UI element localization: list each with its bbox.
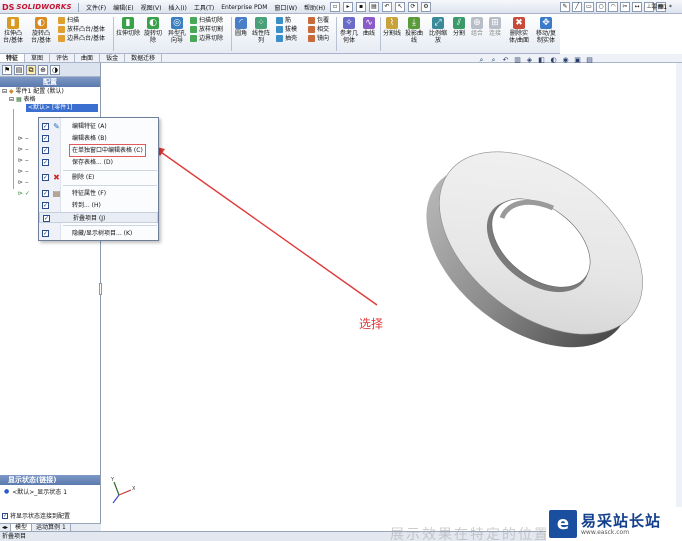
link-display-state-label: 将显示状态连接到配置 bbox=[10, 513, 71, 520]
menu-item-edit-feature[interactable]: ✓ ✎ 编辑特征 (A) bbox=[39, 121, 158, 132]
link-display-state-checkbox[interactable]: ✓ bbox=[2, 512, 8, 519]
tree-root-label: 零件1 配置 (默认) bbox=[15, 88, 64, 95]
menu-item-label: 折叠项目 (J) bbox=[73, 215, 106, 222]
properties-icon: ▤ bbox=[52, 189, 61, 198]
collapse-icon[interactable]: ⊟ bbox=[9, 96, 14, 103]
delete-icon: ✖ bbox=[53, 173, 60, 182]
config-row[interactable]: ⊳ ‒ bbox=[18, 155, 30, 166]
menu-item-hide-show-tree[interactable]: ✓ 隐藏/显示树项目... (K) bbox=[39, 228, 158, 239]
config-row[interactable]: ⊳ ‒ bbox=[18, 177, 30, 188]
config-row-active[interactable]: ⊳ ✓ bbox=[18, 188, 30, 199]
menu-item-goto[interactable]: ✓ 转到... (H) bbox=[39, 200, 158, 211]
menu-item-label: 删除 (E) bbox=[72, 174, 95, 181]
configuration-manager-tab-icon[interactable]: ⧉ bbox=[26, 65, 36, 75]
tree-selected-item[interactable]: <默认> [零件1] bbox=[26, 104, 98, 112]
tree-root[interactable]: ⊟ ◆ 零件1 配置 (默认) bbox=[0, 88, 100, 96]
annotation-label: 选择 bbox=[359, 317, 384, 331]
tree-tables-label: 表格 bbox=[23, 96, 36, 103]
link-display-state-option[interactable]: ✓ 将显示状态连接到配置 bbox=[2, 511, 70, 520]
menu-item-label: 转到... (H) bbox=[72, 202, 101, 209]
edit-feature-icon: ✎ bbox=[53, 122, 60, 131]
menu-divider bbox=[63, 170, 157, 171]
menu-item-edit-table-in-window[interactable]: ✓ 在单独窗口中编辑表格 (C) bbox=[39, 144, 158, 157]
menu-item-checkbox[interactable]: ✓ bbox=[42, 123, 49, 130]
menu-item-label: 编辑表格 (B) bbox=[72, 135, 107, 142]
config-row[interactable]: ⊳ ‒ bbox=[18, 144, 30, 155]
display-manager-tab-icon[interactable]: ◑ bbox=[50, 65, 60, 75]
config-row[interactable]: ⊳ ‒ bbox=[18, 166, 30, 177]
menu-item-checkbox[interactable]: ✓ bbox=[42, 230, 49, 237]
menu-item-checkbox[interactable]: ✓ bbox=[42, 147, 49, 154]
coordinate-triad: Y X bbox=[110, 477, 136, 504]
menu-divider bbox=[63, 225, 157, 226]
menu-item-label: 在单独窗口中编辑表格 (C) bbox=[69, 144, 146, 157]
manager-tabs: ⚑ ▤ ⧉ ⊕ ◑ bbox=[0, 63, 100, 77]
tab-motion-study[interactable]: 运动算例 1 bbox=[32, 524, 71, 531]
menu-divider bbox=[63, 185, 157, 186]
menu-item-collapse-items[interactable]: ✓ 折叠项目 (J) bbox=[39, 212, 158, 223]
annotation-arrow bbox=[152, 146, 378, 306]
table-icon: ▦ bbox=[15, 96, 22, 103]
tree-config-rows: ⊳ ‒ ⊳ ‒ ⊳ ‒ ⊳ ‒ ⊳ ‒ ⊳ ✓ bbox=[18, 133, 30, 199]
display-state-label: <默认>_显示状态 1 bbox=[12, 489, 68, 496]
watermark-text: 易采站长站 www.easck.com bbox=[581, 513, 661, 536]
collapse-icon[interactable]: ⊟ bbox=[2, 88, 7, 95]
tree-selected-label: <默认> [零件1] bbox=[28, 104, 73, 111]
svg-text:X: X bbox=[132, 486, 136, 492]
menu-item-checkbox[interactable]: ✓ bbox=[43, 215, 50, 222]
dimxpert-tab-icon[interactable]: ⊕ bbox=[38, 65, 48, 75]
menu-item-checkbox[interactable]: ✓ bbox=[42, 159, 49, 166]
menu-item-checkbox[interactable]: ✓ bbox=[42, 174, 49, 181]
menu-item-label: 隐藏/显示树项目... (K) bbox=[72, 230, 133, 237]
watermark-logo-icon: e bbox=[549, 510, 577, 538]
tree-tables[interactable]: ⊟ ▦ 表格 bbox=[0, 96, 100, 104]
graphics-scrollbar[interactable] bbox=[676, 63, 682, 531]
part-icon: ◆ bbox=[8, 88, 14, 95]
feature-manager-tab-icon[interactable]: ⚑ bbox=[2, 65, 12, 75]
watermark: e 易采站长站 www.easck.com bbox=[546, 507, 682, 541]
menu-item-label: 编辑特征 (A) bbox=[72, 123, 107, 130]
bottom-overlay-text: 展示效果在特定的位置 bbox=[390, 527, 550, 541]
display-state-item[interactable]: ● <默认>_显示状态 1 bbox=[4, 487, 67, 496]
watermark-title: 易采站长站 bbox=[581, 511, 662, 530]
menu-item-save-table[interactable]: ✓ 保存表格... (D) bbox=[39, 157, 158, 168]
tab-model[interactable]: 模型 bbox=[11, 524, 33, 531]
pane-splitter[interactable] bbox=[99, 283, 102, 295]
pane-title: 配置 bbox=[0, 77, 100, 87]
menu-item-checkbox[interactable]: ✓ bbox=[42, 202, 49, 209]
display-state-title: 显示状态(链接) bbox=[0, 475, 100, 485]
tree-guide-line bbox=[13, 109, 14, 189]
menu-item-checkbox[interactable]: ✓ bbox=[42, 190, 49, 197]
config-row[interactable]: ⊳ ‒ bbox=[18, 133, 30, 144]
menu-item-label: 特征属性 (F) bbox=[72, 190, 107, 197]
menu-item-delete[interactable]: ✓ ✖ 删除 (E) bbox=[39, 172, 158, 183]
washer-model[interactable] bbox=[392, 115, 676, 384]
context-menu: ✓ ✎ 编辑特征 (A) ✓ 编辑表格 (B) ✓ 在单独窗口中编辑表格 (C)… bbox=[38, 117, 159, 241]
property-manager-tab-icon[interactable]: ▤ bbox=[14, 65, 24, 75]
configuration-tree: ⊟ ◆ 零件1 配置 (默认) ⊟ ▦ 表格 <默认> [零件1] bbox=[0, 88, 100, 112]
menu-item-checkbox[interactable]: ✓ bbox=[42, 135, 49, 142]
graphics-area: Y X bbox=[110, 115, 676, 504]
bottom-tabs: ◂▸ 模型 运动算例 1 bbox=[0, 523, 101, 531]
menu-item-label: 保存表格... (D) bbox=[72, 159, 113, 166]
display-state-icon: ● bbox=[4, 488, 10, 495]
menu-item-edit-table[interactable]: ✓ 编辑表格 (B) bbox=[39, 133, 158, 144]
tab-scroll-arrows[interactable]: ◂▸ bbox=[0, 524, 12, 531]
menu-item-feature-properties[interactable]: ✓ ▤ 特征属性 (F) bbox=[39, 188, 158, 199]
watermark-url: www.easck.com bbox=[581, 528, 630, 536]
